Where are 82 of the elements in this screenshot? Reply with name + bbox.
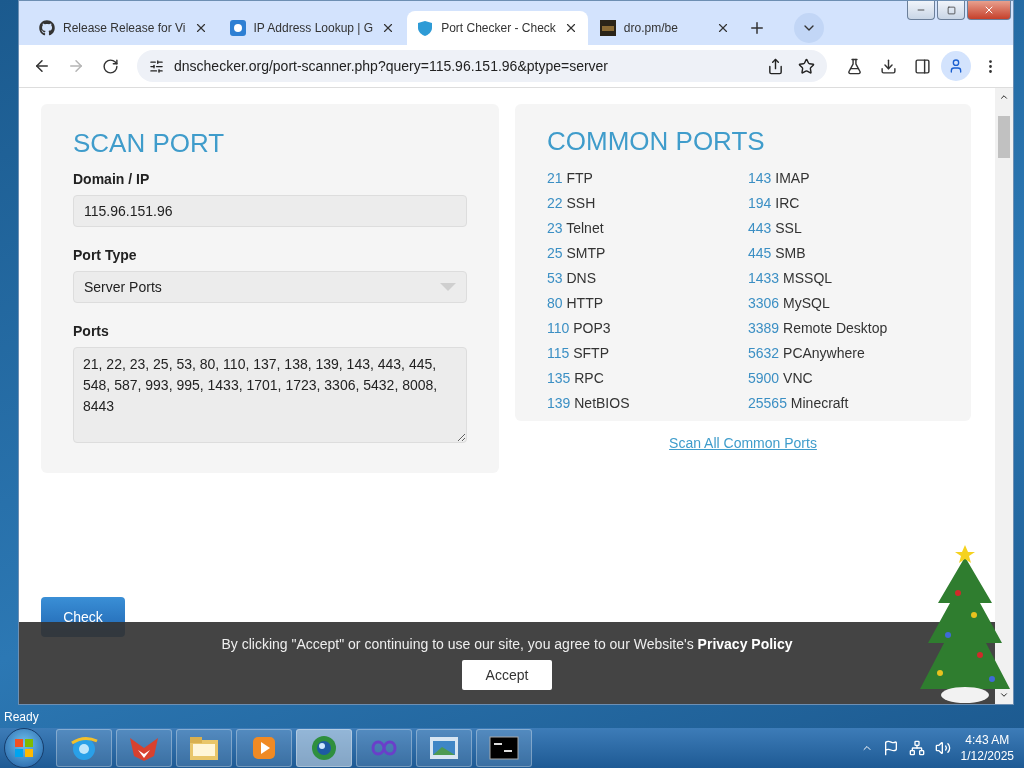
maximize-button[interactable] (937, 1, 965, 20)
port-entry: 53 DNS (547, 269, 598, 288)
ip-logo-icon (229, 20, 246, 36)
site-settings-icon[interactable] (149, 58, 164, 74)
port-entry: 3389 Remote Desktop (748, 319, 889, 338)
port-entry: 194 IRC (748, 194, 801, 213)
flask-icon[interactable] (845, 57, 863, 75)
arrow-right-icon (67, 57, 85, 75)
globe-icon (309, 733, 339, 763)
port-entry: 3306 MySQL (748, 294, 831, 313)
flag-icon[interactable] (882, 740, 899, 756)
field-label: Domain / IP (73, 171, 151, 187)
port-entry: 80 HTTP (547, 294, 605, 313)
port-entry: 139 NetBIOS (547, 394, 631, 413)
port-entry: 443 SSL (748, 219, 803, 238)
close-icon (983, 4, 995, 16)
close-window-button[interactable] (967, 1, 1011, 20)
tab-title: Release Release for Vi (63, 21, 186, 35)
port-entry: 143 IMAP (748, 169, 811, 188)
terminal-icon (489, 736, 519, 760)
browser-tab[interactable]: IP Address Lookup | G (219, 11, 406, 45)
picture-window-icon (428, 735, 460, 761)
port-entry: 23 Telnet (547, 219, 605, 238)
person-icon (948, 58, 964, 74)
minimize-button[interactable] (907, 1, 935, 20)
address-bar[interactable]: dnschecker.org/port-scanner.php?query=115.96.151.96&ptype=server (137, 50, 827, 82)
domain-field[interactable]: 115.96.151.96 (73, 195, 467, 227)
tab-title: dro.pm/be (623, 21, 679, 35)
start-button[interactable] (4, 728, 44, 768)
browser-tab[interactable]: Release Release for Vi (29, 11, 218, 45)
shield-icon (417, 20, 434, 36)
scroll-down-icon[interactable] (999, 690, 1009, 700)
side-panel-icon[interactable] (913, 57, 931, 75)
bookmark-star-icon[interactable] (798, 57, 815, 75)
taskbar-button[interactable] (296, 729, 352, 767)
port-entry: 5900 VNC (748, 369, 814, 388)
tab-title: Port Checker - Check (441, 21, 556, 35)
folder-icon (188, 734, 220, 762)
tab-title: IP Address Lookup | G (253, 21, 374, 35)
scrollbar-thumb[interactable] (998, 116, 1010, 158)
port-entry: 25 SMTP (547, 244, 607, 263)
port-entry: 25565 Minecraft (748, 394, 850, 413)
taskbar-button[interactable] (176, 729, 232, 767)
port-entry: 110 POP3 (547, 319, 612, 338)
status-text: Ready (4, 710, 39, 724)
network-icon[interactable] (908, 740, 925, 756)
tab-list-button[interactable] (793, 13, 824, 43)
media-player-icon (250, 734, 278, 762)
port-entry: 115 SFTP (547, 344, 610, 363)
maximize-icon (946, 5, 956, 15)
port-entry: 135 RPC (547, 369, 605, 388)
reload-icon (101, 57, 119, 75)
taskbar-button[interactable] (476, 729, 532, 767)
section-title: SCAN PORT (73, 128, 226, 159)
field-label: Ports (73, 323, 110, 339)
volume-icon[interactable] (934, 740, 951, 756)
browser-tab[interactable]: Port Checker - Check (407, 11, 588, 45)
taskbar-button[interactable] (56, 729, 112, 767)
port-entry: 21 FTP (547, 169, 594, 188)
scroll-up-icon[interactable] (999, 92, 1009, 102)
github-icon (39, 20, 55, 36)
windows-logo-icon (14, 738, 34, 758)
port-entry: 5632 PCAnywhere (748, 344, 866, 363)
profile-avatar[interactable] (941, 51, 971, 81)
cookie-notice-text: By clicking "Accept" or continuing to use our site, you agree to our Website's Privacy Policy (221, 636, 793, 652)
url-text: dnschecker.org/port-scanner.php?query=115.96.151.96&ptype=server (174, 58, 609, 74)
caret-icon (440, 283, 456, 291)
share-icon[interactable] (767, 57, 784, 75)
image-icon (599, 20, 616, 36)
section-title: COMMON PORTS (547, 126, 766, 157)
port-entry: 22 SSH (547, 194, 597, 213)
field-label: Port Type (73, 247, 138, 263)
taskbar-button[interactable] (416, 729, 472, 767)
download-icon[interactable] (879, 57, 897, 75)
accept-button[interactable]: Accept (462, 660, 552, 690)
browser-tab[interactable]: dro.pm/be (589, 11, 740, 45)
port-type-select[interactable]: Server Ports (73, 271, 467, 303)
taskbar-button[interactable] (236, 729, 292, 767)
port-entry: 445 SMB (748, 244, 807, 263)
clock[interactable]: 4:43 AM 1/12/2025 (960, 732, 1014, 764)
port-entry: 1433 MSSQL (748, 269, 834, 288)
ports-field[interactable]: 21, 22, 23, 25, 53, 80, 110, 137, 138, 139, 143, 443, 445, 548, 587, 993, 995, 1433, 1701, 1723, 3306, 5432, 8008, 8443 (73, 347, 467, 443)
